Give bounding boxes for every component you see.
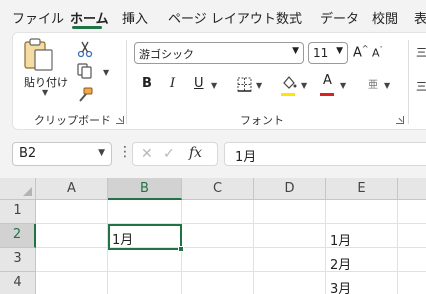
tab-home[interactable]: ホーム [70,8,109,27]
tab-file[interactable]: ファイル [12,8,64,27]
fill-handle[interactable] [178,246,184,252]
font-group-label: フォント [240,114,284,127]
clipboard-launcher-icon[interactable] [116,116,124,124]
underline-button[interactable]: U [194,76,204,91]
increase-font-size-icon[interactable]: A^ [353,44,369,60]
gridline [36,247,426,248]
phonetic-dropdown-icon[interactable]: ▼ [384,81,390,90]
name-box[interactable]: B2 ▼ [12,142,112,166]
font-color-icon[interactable]: A [323,73,332,88]
column-header-a[interactable]: A [36,178,108,200]
cancel-icon[interactable]: ✕ [141,146,153,162]
formula-input[interactable]: 1月 [224,142,426,166]
group-separator [408,40,409,124]
gridline [36,271,426,272]
align-left-icon[interactable]: 三 [416,78,426,94]
font-launcher-icon[interactable] [396,116,404,124]
fill-color-icon[interactable] [280,74,298,92]
chevron-down-icon: ▼ [336,46,343,56]
fill-color-swatch [281,93,295,96]
copy-icon[interactable] [76,62,94,80]
fill-color-dropdown-icon[interactable]: ▼ [301,81,307,90]
ribbon-tab-bar: ファイル ホーム 挿入 ページ レイアウト 数式 データ 校閲 表 [0,0,426,32]
copy-dropdown-icon[interactable]: ▼ [103,68,109,77]
align-top-icon[interactable]: 三 [416,44,426,60]
column-header-c[interactable]: C [182,178,254,200]
column-header-e[interactable]: E [326,178,398,200]
column-header-d[interactable]: D [254,178,326,200]
italic-button[interactable]: I [170,76,175,91]
phonetic-guide-icon[interactable]: 亜 [368,76,378,91]
cell-e3[interactable]: 2月 [330,254,351,273]
row-header-1[interactable]: 1 [0,200,36,224]
row-header-3[interactable]: 3 [0,248,36,272]
decrease-font-size-icon[interactable]: Aˇ [372,46,383,60]
insert-function-icon[interactable]: fx [189,145,202,161]
gridline [36,223,426,224]
more-options-icon[interactable]: ⋮ [118,144,132,160]
chevron-down-icon: ▼ [98,148,105,158]
cell-e2[interactable]: 1月 [330,230,351,249]
tab-view[interactable]: 表 [414,8,426,27]
bold-button[interactable]: B [142,76,152,91]
font-color-swatch [320,93,334,96]
font-name-value: 游ゴシック [139,48,194,61]
tab-formulas[interactable]: 数式 [276,8,302,27]
tab-insert[interactable]: 挿入 [122,8,148,27]
borders-dropdown-icon[interactable]: ▼ [256,81,262,90]
paste-icon[interactable] [22,38,56,72]
row-header-4[interactable]: 4 [0,272,36,294]
column-header-b[interactable]: B [108,178,182,200]
font-size-value: 11 [313,46,329,60]
group-separator [126,40,127,124]
underline-dropdown-icon[interactable]: ▼ [211,81,217,90]
chevron-down-icon: ▼ [292,46,299,56]
cut-icon[interactable] [76,40,94,58]
clipboard-group-label: クリップボード [34,114,111,127]
name-box-value: B2 [19,146,37,161]
formula-buttons: ✕ ✓ fx [132,142,218,166]
paste-dropdown-icon[interactable]: ▼ [42,88,48,97]
formula-bar: B2 ▼ ⋮ ✕ ✓ fx 1月 [0,130,426,178]
select-all-button[interactable] [0,178,36,200]
font-color-dropdown-icon[interactable]: ▼ [340,81,346,90]
active-cell-border [108,224,182,250]
column-header-f[interactable] [398,178,426,200]
tab-data[interactable]: データ [320,8,359,27]
font-size-dropdown[interactable]: 11 ▼ [308,42,348,64]
worksheet-grid[interactable]: A B C D E 1 2 3 4 1月 1月 2月 3月 [0,178,426,294]
row-header-2[interactable]: 2 [0,224,36,248]
tab-page-layout[interactable]: ページ レイアウト [168,8,276,27]
cell-e4[interactable]: 3月 [330,278,351,294]
borders-icon[interactable] [236,76,254,94]
format-painter-icon[interactable] [76,86,94,104]
active-tab-indicator [72,26,102,29]
font-name-dropdown[interactable]: 游ゴシック ▼ [134,42,304,64]
tab-review[interactable]: 校閲 [372,8,398,27]
enter-icon[interactable]: ✓ [163,146,175,162]
